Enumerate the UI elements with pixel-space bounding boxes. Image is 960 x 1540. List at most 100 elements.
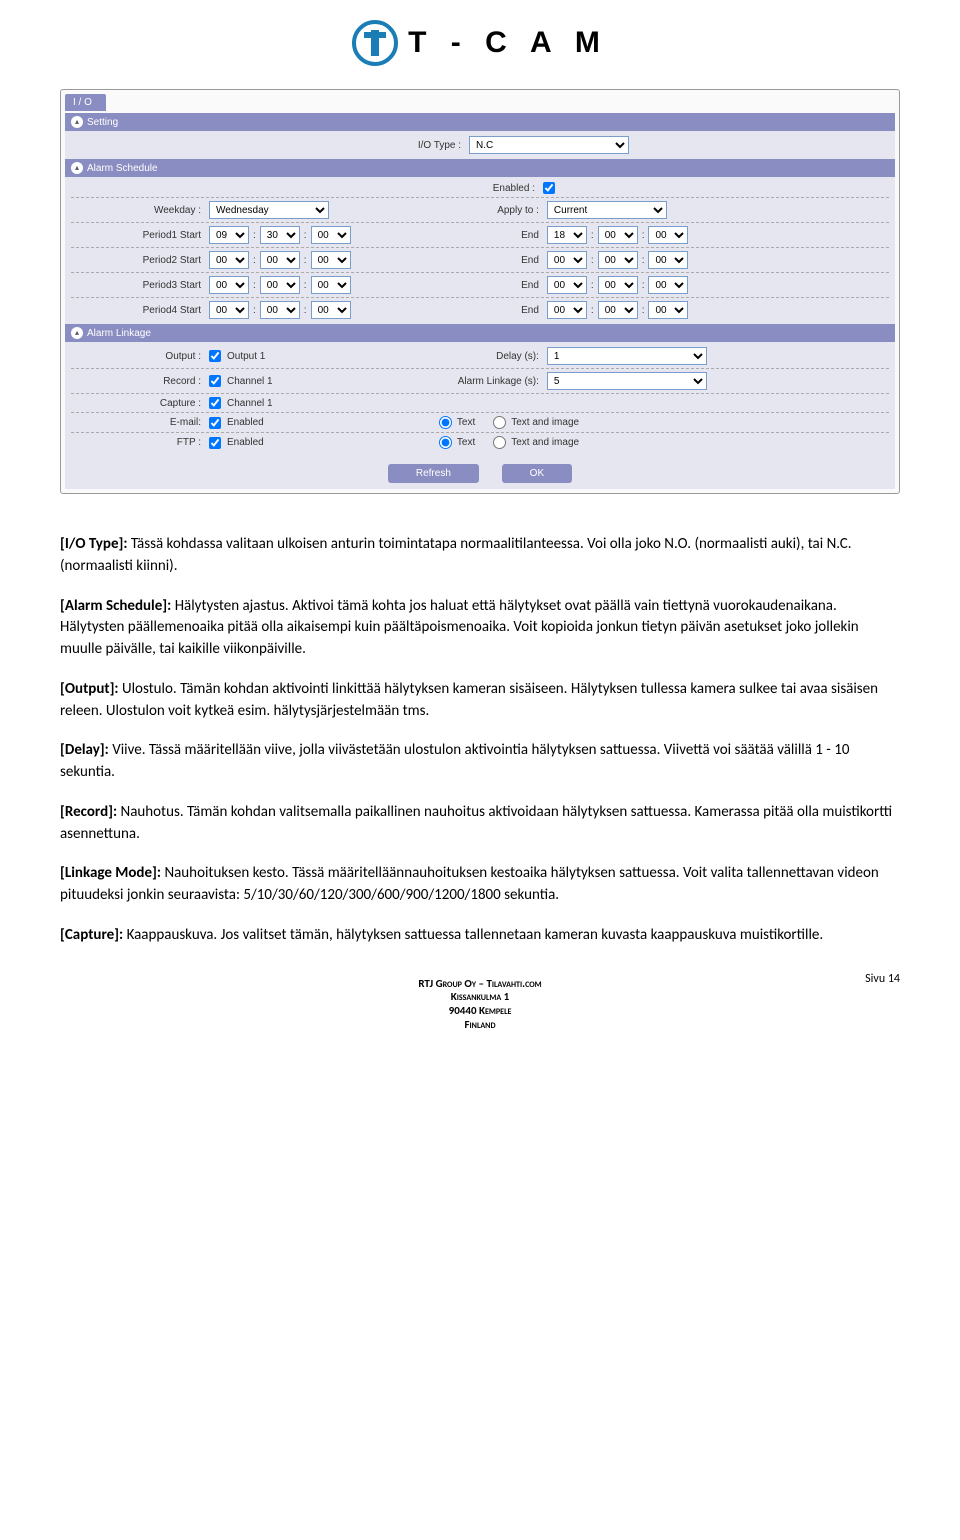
p2-end-h[interactable]: 00: [547, 251, 587, 269]
radio-textimg-label: Text and image: [511, 417, 579, 428]
collapse-icon: ▴: [71, 162, 83, 174]
output-label: Output :: [71, 351, 201, 362]
ftp-radio-text[interactable]: [439, 436, 452, 449]
term-io-type: [I/O Type]:: [60, 535, 128, 553]
linkage-select[interactable]: 5: [547, 372, 707, 390]
period-row: Period2 Start 00: 00: 00 End 00: 00: 00: [71, 248, 889, 273]
ftp-chk-label: Enabled: [227, 437, 264, 448]
email-radio-text[interactable]: [439, 416, 452, 429]
p3-end-m[interactable]: 00: [598, 276, 638, 294]
section-title: Setting: [87, 117, 118, 128]
p3-start-m[interactable]: 00: [260, 276, 300, 294]
p1-start-m[interactable]: 30: [260, 226, 300, 244]
p4-end-s[interactable]: 00: [648, 301, 688, 319]
p2-end-s[interactable]: 00: [648, 251, 688, 269]
p1-start-h[interactable]: 09: [209, 226, 249, 244]
p4-end-m[interactable]: 00: [598, 301, 638, 319]
p4-start-h[interactable]: 00: [209, 301, 249, 319]
capture-label: Capture :: [71, 398, 201, 409]
radio-text-label: Text: [457, 437, 475, 448]
io-config-panel: I / O ▴ Setting I/O Type : N.C ▴ Alarm S…: [60, 89, 900, 494]
record-label: Record :: [71, 376, 201, 387]
term-delay: [Delay]:: [60, 741, 109, 759]
period-end-label: End: [439, 230, 539, 241]
brand-text: T - C A M: [408, 26, 608, 60]
page-number: Sivu 14: [60, 972, 900, 986]
collapse-icon: ▴: [71, 327, 83, 339]
section-header-setting[interactable]: ▴ Setting: [65, 113, 895, 131]
p2-start-h[interactable]: 00: [209, 251, 249, 269]
desc-alarm-schedule: Hälytysten ajastus. Aktivoi tämä kohta j…: [60, 597, 859, 659]
term-record: [Record]:: [60, 803, 117, 821]
period-end-label: End: [439, 280, 539, 291]
radio-textimg-label: Text and image: [511, 437, 579, 448]
p3-end-s[interactable]: 00: [648, 276, 688, 294]
capture-checkbox[interactable]: [209, 397, 221, 409]
period-start-label: Period4 Start: [71, 305, 201, 316]
delay-select[interactable]: 1: [547, 347, 707, 365]
period-end-label: End: [439, 305, 539, 316]
period-start-label: Period3 Start: [71, 280, 201, 291]
desc-capture: Kaappauskuva. Jos valitset tämän, hälyty…: [123, 926, 823, 944]
p3-start-h[interactable]: 00: [209, 276, 249, 294]
footer-address: Kissankulma 1: [451, 990, 510, 1003]
linkage-label: Alarm Linkage (s):: [439, 376, 539, 387]
enabled-label: Enabled :: [405, 183, 535, 194]
collapse-icon: ▴: [71, 116, 83, 128]
desc-record: Nauhotus. Tämän kohdan valitsemalla paik…: [60, 803, 892, 843]
applyto-select[interactable]: Current: [547, 201, 667, 219]
ftp-radio-textimg[interactable]: [493, 436, 506, 449]
term-capture: [Capture]:: [60, 926, 123, 944]
desc-delay: Viive. Tässä määritellään viive, jolla v…: [60, 741, 849, 781]
desc-io-type: Tässä kohdassa valitaan ulkoisen anturin…: [60, 535, 852, 575]
capture-chk-label: Channel 1: [227, 398, 273, 409]
p1-end-h[interactable]: 18: [547, 226, 587, 244]
p4-start-s[interactable]: 00: [311, 301, 351, 319]
weekday-select[interactable]: Wednesday: [209, 201, 329, 219]
tab-io[interactable]: I / O: [65, 94, 106, 111]
p2-end-m[interactable]: 00: [598, 251, 638, 269]
enabled-checkbox[interactable]: [543, 182, 555, 194]
document-body: [I/O Type]: Tässä kohdassa valitaan ulko…: [60, 534, 900, 947]
email-label: E-mail:: [71, 417, 201, 428]
p4-start-m[interactable]: 00: [260, 301, 300, 319]
output-chk-label: Output 1: [227, 351, 265, 362]
email-radio-textimg[interactable]: [493, 416, 506, 429]
period-start-label: Period1 Start: [71, 230, 201, 241]
p1-start-s[interactable]: 00: [311, 226, 351, 244]
brand-logo-icon: [352, 20, 398, 66]
p1-end-m[interactable]: 00: [598, 226, 638, 244]
p1-end-s[interactable]: 00: [648, 226, 688, 244]
ftp-checkbox[interactable]: [209, 437, 221, 449]
output-checkbox[interactable]: [209, 350, 221, 362]
ftp-label: FTP :: [71, 437, 201, 448]
term-alarm-schedule: [Alarm Schedule]:: [60, 597, 171, 615]
p2-start-m[interactable]: 00: [260, 251, 300, 269]
section-header-linkage[interactable]: ▴ Alarm Linkage: [65, 324, 895, 342]
section-title: Alarm Linkage: [87, 328, 151, 339]
p3-start-s[interactable]: 00: [311, 276, 351, 294]
radio-text-label: Text: [457, 417, 475, 428]
record-checkbox[interactable]: [209, 375, 221, 387]
applyto-label: Apply to :: [439, 205, 539, 216]
io-type-select[interactable]: N.C: [469, 136, 629, 154]
record-chk-label: Channel 1: [227, 376, 273, 387]
section-title: Alarm Schedule: [87, 163, 158, 174]
brand-header: T - C A M: [60, 20, 900, 69]
p4-end-h[interactable]: 00: [547, 301, 587, 319]
refresh-button[interactable]: Refresh: [388, 464, 479, 483]
ok-button[interactable]: OK: [502, 464, 572, 483]
period-end-label: End: [439, 255, 539, 266]
io-type-label: I/O Type :: [331, 140, 461, 151]
desc-linkage-mode: Nauhoituksen kesto. Tässä määritelläänna…: [60, 864, 879, 904]
period-row: Period3 Start 00: 00: 00 End 00: 00: 00: [71, 273, 889, 298]
period-start-label: Period2 Start: [71, 255, 201, 266]
footer-country: Finland: [465, 1018, 496, 1031]
term-output: [Output]:: [60, 680, 119, 698]
email-checkbox[interactable]: [209, 417, 221, 429]
p3-end-h[interactable]: 00: [547, 276, 587, 294]
period-row: Period1 Start 09: 30: 00 End 18: 00: 00: [71, 223, 889, 248]
footer-city: 90440 Kempele: [449, 1004, 512, 1017]
section-header-schedule[interactable]: ▴ Alarm Schedule: [65, 159, 895, 177]
p2-start-s[interactable]: 00: [311, 251, 351, 269]
